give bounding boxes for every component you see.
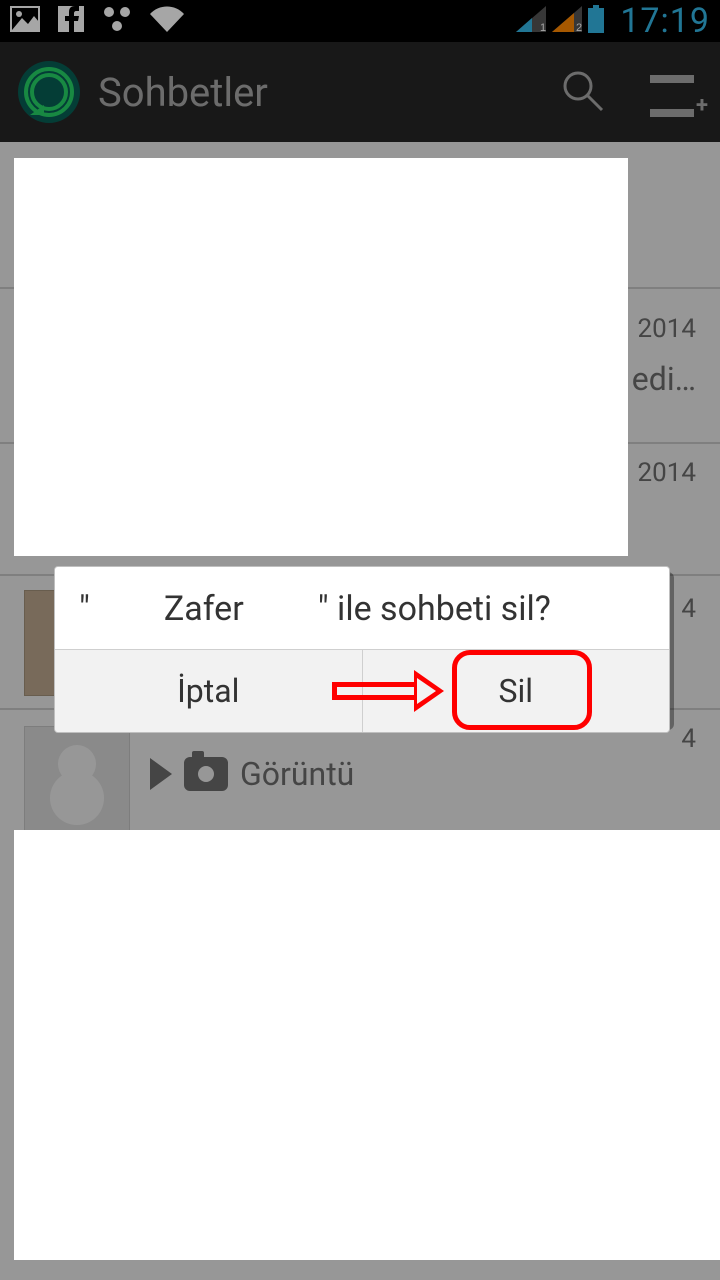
cancel-button[interactable]: İptal bbox=[55, 650, 363, 732]
redaction-panel bbox=[14, 158, 628, 556]
dialog-title: "Zafer" ile sohbeti sil? bbox=[55, 567, 669, 650]
redaction-panel bbox=[14, 830, 720, 1260]
delete-button[interactable]: Sil bbox=[363, 650, 670, 732]
phone-screen: 1 2 17:19 Sohbetler + 201 bbox=[0, 0, 720, 1280]
delete-chat-dialog: "Zafer" ile sohbeti sil? İptal Sil bbox=[54, 566, 670, 733]
